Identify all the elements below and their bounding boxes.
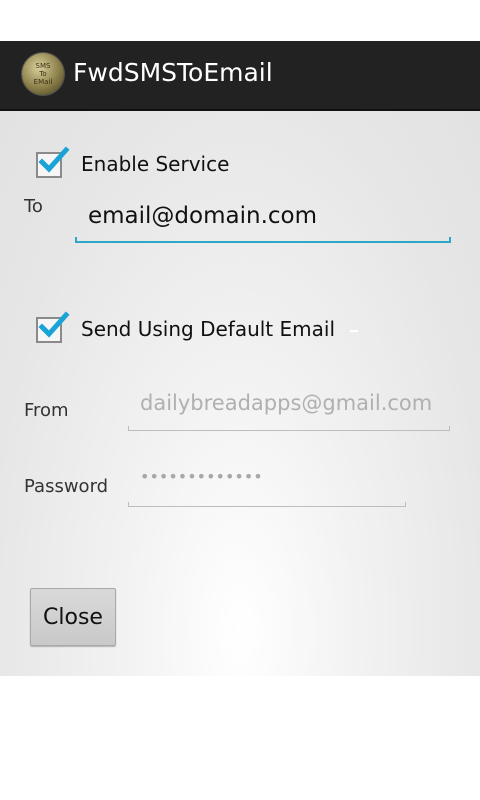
app-logo-text-1: SMS <box>35 62 51 70</box>
send-default-email-checkbox[interactable] <box>36 311 70 343</box>
to-email-input[interactable] <box>75 203 451 229</box>
app-logo-text-2: To <box>39 70 47 78</box>
password-label: Password <box>24 476 109 497</box>
password-field-underline <box>128 502 406 507</box>
from-email-input[interactable] <box>128 391 450 415</box>
action-bar: SMS To EMail FwdSMSToEmail <box>0 41 480 111</box>
close-button[interactable]: Close <box>30 588 116 646</box>
app-title: FwdSMSToEmail <box>73 58 273 87</box>
from-email-field[interactable] <box>128 391 450 431</box>
to-email-field[interactable] <box>75 203 451 243</box>
decorative-dash <box>350 330 358 332</box>
check-icon <box>38 146 70 173</box>
to-field-underline <box>75 237 451 243</box>
send-default-email-label[interactable]: Send Using Default Email <box>81 317 335 341</box>
password-field[interactable] <box>128 467 406 507</box>
app-logo-text-3: EMail <box>33 78 53 86</box>
enable-service-label[interactable]: Enable Service <box>81 152 229 176</box>
to-label: To <box>24 196 43 217</box>
from-field-underline <box>128 426 450 431</box>
app-logo-icon[interactable]: SMS To EMail <box>22 53 64 95</box>
password-input[interactable] <box>128 467 406 486</box>
from-label: From <box>24 400 69 421</box>
enable-service-checkbox[interactable] <box>36 146 70 178</box>
check-icon <box>38 311 70 338</box>
settings-panel: Enable Service To Send Using Default Ema… <box>0 111 480 676</box>
